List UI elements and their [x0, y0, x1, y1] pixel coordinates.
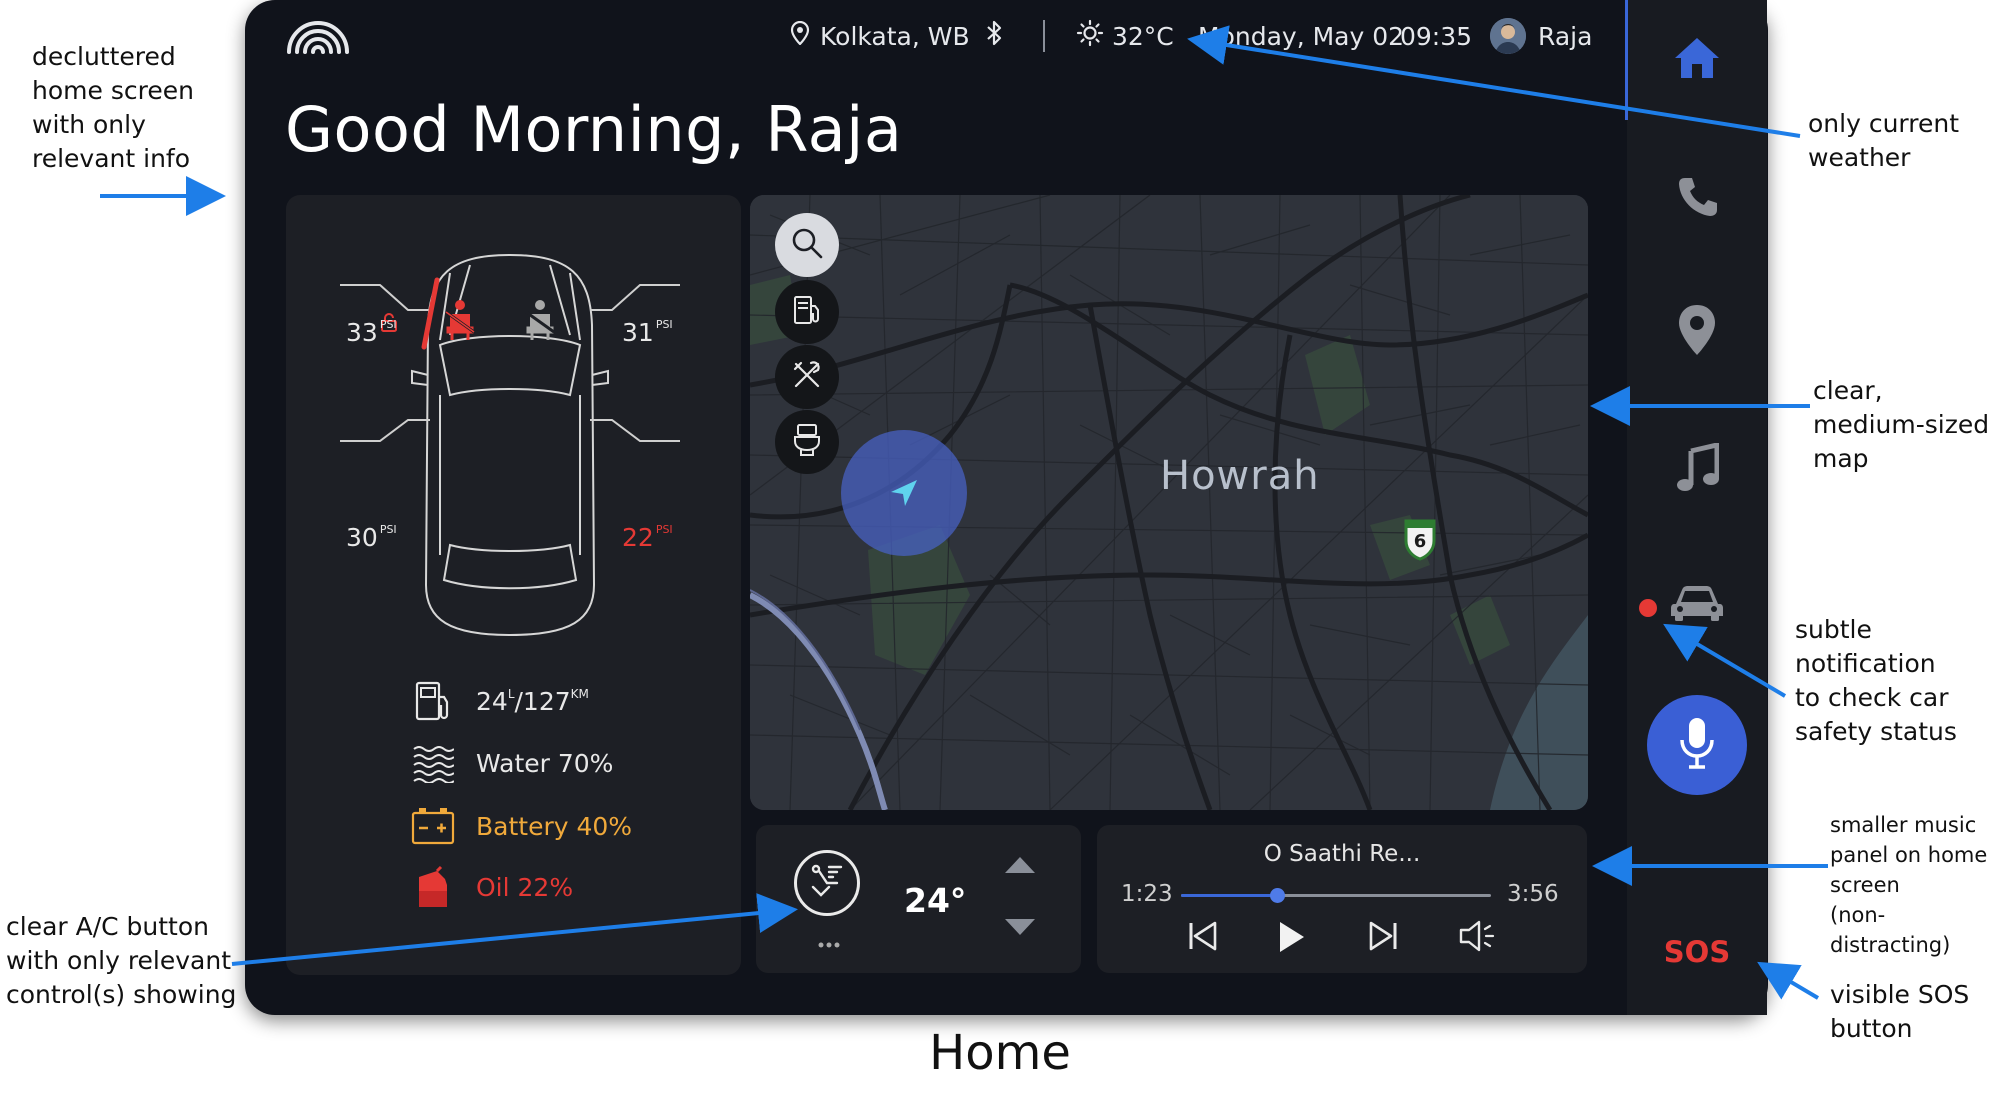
car-icon: [1670, 582, 1724, 626]
rail-active-indicator: [1625, 0, 1628, 120]
navigation-map[interactable]: Howrah 6: [750, 195, 1588, 810]
climate-control-panel: 24°: [756, 825, 1081, 973]
annotation-map: clear, medium-sized map: [1813, 376, 1990, 473]
water-waves-icon: [410, 740, 456, 786]
weather-status[interactable]: 32°C: [1076, 14, 1174, 58]
tire-pressure-front-left: 33 PSI: [346, 318, 397, 347]
highway-shield-icon: 6: [1402, 517, 1438, 561]
progress-fill: [1181, 894, 1278, 897]
page-caption: Home: [929, 1025, 1071, 1081]
track-duration: 3:56: [1507, 881, 1559, 907]
oil-text: Oil 22%: [476, 872, 574, 902]
brand-logo: [285, 18, 351, 58]
fuel-station-icon: [792, 294, 822, 330]
map-restroom-button[interactable]: [775, 410, 839, 474]
annotation-weather: only current weather: [1808, 109, 1960, 172]
temperature-text: 32°C: [1112, 21, 1174, 51]
cabin-temperature: 24°: [904, 881, 967, 920]
fork-knife-icon: [791, 359, 823, 395]
oil-stat: Oil 22%: [410, 864, 573, 910]
song-title: O Saathi Re...: [1263, 841, 1421, 867]
user-name: Raja: [1538, 21, 1593, 51]
time-text: 09:35: [1400, 21, 1473, 51]
more-options-icon[interactable]: [817, 933, 841, 948]
navigation-arrow-icon: [887, 476, 921, 514]
sos-button[interactable]: SOS: [1660, 935, 1734, 969]
highway-number: 6: [1413, 531, 1427, 552]
map-fuel-station-button[interactable]: [775, 280, 839, 344]
triangle-up-icon: [1001, 857, 1039, 881]
tire-pressure-rear-right: 22 PSI: [622, 523, 673, 552]
progress-scrubber[interactable]: [1270, 888, 1286, 903]
map-search-button[interactable]: [775, 213, 839, 277]
map-restaurant-button[interactable]: [775, 345, 839, 409]
progress-track[interactable]: [1181, 888, 1491, 903]
battery-stat: Battery 40%: [410, 803, 632, 849]
voice-assistant-button[interactable]: [1647, 695, 1747, 795]
location-text: Kolkata, WB: [820, 21, 970, 51]
triangle-down-icon: [1001, 919, 1039, 943]
car-notification-dot: [1639, 599, 1657, 617]
date-text: Monday, May 02: [1198, 21, 1405, 51]
rail-navigation-button[interactable]: [1667, 302, 1727, 362]
fuel-text: 24L/127KM: [476, 686, 589, 716]
next-track-button[interactable]: [1365, 918, 1401, 958]
annotation-decluttered: decluttered home screen with only releva…: [32, 42, 194, 173]
annotation-car-safety: subtle notification to check car safety …: [1795, 615, 1957, 746]
oil-can-icon: [410, 864, 456, 910]
elapsed-time: 1:23: [1121, 881, 1173, 907]
rail-music-button[interactable]: [1667, 440, 1727, 500]
location-pin-icon: [1677, 303, 1717, 361]
music-player-panel: O Saathi Re... 1:23 3:56: [1097, 825, 1587, 973]
map-city-label: Howrah: [1160, 453, 1320, 499]
skip-next-icon: [1365, 921, 1401, 958]
side-navigation-rail: [1627, 0, 1767, 1015]
phone-icon: [1675, 174, 1719, 222]
greeting-heading: Good Morning, Raja: [285, 93, 903, 166]
status-divider: [1043, 20, 1045, 52]
location-pin-icon: [790, 20, 810, 51]
music-note-icon: [1675, 441, 1720, 497]
annotation-ac: clear A/C button with only relevant cont…: [6, 912, 237, 1009]
bluetooth-status[interactable]: [985, 14, 1003, 58]
seat-airflow-icon: [807, 861, 847, 905]
skip-previous-icon: [1185, 921, 1221, 958]
bluetooth-icon: [985, 19, 1003, 53]
location-status[interactable]: Kolkata, WB: [790, 14, 970, 58]
play-button[interactable]: [1272, 918, 1308, 960]
temperature-up-button[interactable]: [1001, 853, 1039, 881]
fuel-stat: 24L/127KM: [410, 678, 589, 724]
volume-button[interactable]: [1457, 918, 1499, 958]
water-text: Water 70%: [476, 748, 614, 778]
search-icon: [790, 226, 824, 264]
user-profile[interactable]: Raja: [1490, 14, 1592, 58]
home-icon: [1673, 36, 1721, 84]
driver-seatbelt-warning-icon: [440, 298, 480, 346]
fuel-pump-icon: [410, 678, 456, 724]
avatar: [1490, 18, 1526, 54]
tire-pressure-rear-left: 30 PSI: [346, 523, 397, 552]
speaker-icon: [1457, 920, 1499, 958]
annotation-music: smaller music panel on home screen (non-…: [1830, 813, 1988, 957]
rail-car-button[interactable]: [1667, 574, 1727, 634]
toilet-icon: [793, 423, 821, 461]
microphone-icon: [1677, 716, 1717, 774]
temperature-down-button[interactable]: [1001, 915, 1039, 943]
ac-fan-button[interactable]: [794, 850, 860, 916]
arrow-sos: [1757, 961, 1820, 1000]
tire-pressure-front-right: 31 PSI: [622, 318, 673, 347]
play-icon: [1272, 922, 1308, 960]
battery-text: Battery 40%: [476, 811, 633, 841]
passenger-seatbelt-icon: [520, 298, 560, 346]
water-stat: Water 70%: [410, 740, 613, 786]
rail-phone-button[interactable]: [1667, 168, 1727, 228]
car-top-view-icon: [300, 245, 720, 649]
battery-icon: [410, 803, 456, 849]
rail-home-button[interactable]: [1667, 30, 1727, 90]
previous-track-button[interactable]: [1185, 918, 1221, 958]
sun-icon: [1076, 19, 1104, 53]
